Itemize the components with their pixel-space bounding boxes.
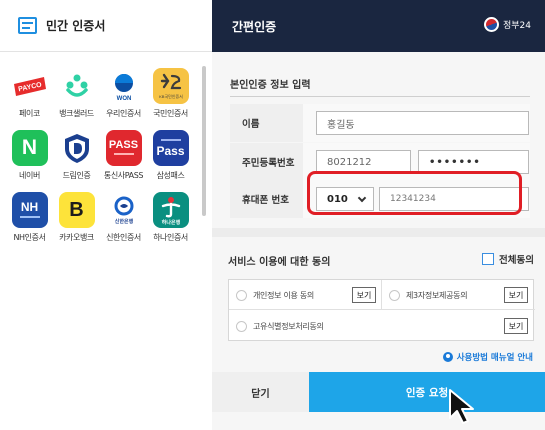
gov24-label: 정부24 — [502, 21, 531, 31]
nh-logo-text: NH — [20, 200, 39, 214]
name-label: 이름 — [230, 104, 303, 142]
auth-header: 간편인증 정부24 — [212, 0, 545, 52]
phone-highlight-outline — [307, 171, 522, 215]
provider-shinhan[interactable]: 신한은행 신한인증서 — [100, 192, 147, 243]
phone-label: 휴대폰 번호 — [230, 180, 303, 218]
manual-link-label: 사용방법 매뉴얼 안내 — [456, 353, 533, 363]
provider-kb[interactable]: KB국민인증서 국민인증서 — [147, 68, 194, 119]
provider-label: 페이코 — [19, 109, 40, 118]
hana-logo-text: 하나은행 — [161, 219, 180, 226]
provider-grid: PAYCO 페이코 뱅크샐러드 WON 우리인증서 KB국민인증서 국민인증서 … — [6, 68, 196, 243]
section-gap — [212, 228, 545, 237]
kb-logo-text: KB국민인증서 — [159, 93, 183, 99]
agree-item-unique-id[interactable]: 고유식별정보처리동의 보기 — [229, 311, 535, 341]
auth-header-title: 간편인증 — [232, 19, 277, 34]
name-field[interactable]: 홍길동 — [316, 111, 529, 135]
view-button[interactable]: 보기 — [504, 287, 528, 303]
provider-pass[interactable]: PASS 통신사PASS — [100, 130, 147, 181]
provider-label: 삼성패스 — [156, 171, 185, 180]
provider-label: 카카오뱅크 — [59, 233, 94, 242]
provider-label: 하나인증서 — [153, 233, 188, 242]
checkbox-icon — [482, 253, 495, 265]
provider-scrollbar[interactable] — [202, 66, 206, 216]
gov24-logo: 정부24 — [483, 17, 531, 32]
woori-icon: WON — [105, 68, 142, 104]
manual-link[interactable]: 사용방법 매뉴얼 안내 — [442, 351, 533, 363]
naver-logo-text: N — [21, 136, 38, 159]
panel-header: 민간 인증서 — [0, 0, 212, 52]
provider-label: 신한인증서 — [106, 233, 141, 242]
shinhan-icon: 신한은행 — [105, 192, 142, 228]
pass-logo-text: PASS — [108, 139, 139, 151]
view-button[interactable]: 보기 — [504, 318, 528, 334]
payco-icon: PAYCO — [11, 68, 48, 104]
provider-label: 뱅크샐러드 — [59, 109, 94, 118]
agree-all-label: 전체동의 — [499, 255, 534, 266]
kb-icon: KB국민인증서 — [152, 68, 189, 104]
provider-hana[interactable]: 하나은행 하나인증서 — [147, 192, 194, 243]
shinhan-logo-text: 신한은행 — [114, 218, 133, 225]
agree-item-label: 고유식별정보처리동의 — [253, 321, 324, 331]
agree-all-checkbox[interactable]: 전체동의 — [482, 252, 534, 266]
provider-kakaobank[interactable]: B 카카오뱅크 — [53, 192, 100, 243]
close-button[interactable]: 닫기 — [212, 372, 309, 412]
auth-request-button[interactable]: 인증 요청 — [309, 372, 545, 412]
name-row: 이름 홍길동 — [230, 104, 530, 142]
samsung-pass-icon: Pass — [152, 130, 189, 166]
provider-banksalad[interactable]: 뱅크샐러드 — [53, 68, 100, 119]
provider-label: 우리인증서 — [106, 109, 141, 118]
mouse-cursor-icon — [449, 389, 474, 424]
panel-title: 민간 인증서 — [46, 19, 106, 33]
provider-samsung-pass[interactable]: Pass 삼성패스 — [147, 130, 194, 181]
private-certificate-panel: 민간 인증서 PAYCO 페이코 뱅크샐러드 WON 우리인증서 KB국민인증서… — [0, 0, 212, 430]
agree-item-label: 제3자정보제공동의 — [406, 290, 468, 300]
view-button[interactable]: 보기 — [352, 287, 376, 303]
provider-label: 네이버 — [19, 171, 40, 180]
pass-icon: PASS — [105, 130, 142, 166]
provider-label: 드림인증 — [62, 171, 91, 180]
radio-icon — [236, 320, 247, 332]
provider-nh[interactable]: NH NH인증서 — [6, 192, 53, 243]
kakaobank-logo-text: B — [69, 198, 84, 221]
agreement-list: 개인정보 이용 동의 보기 제3자정보제공동의 보기 고유식별정보처리동의 보기 — [228, 279, 535, 341]
section-divider — [230, 96, 530, 97]
hana-icon: 하나은행 — [152, 192, 189, 228]
naver-icon: N — [11, 130, 48, 166]
identity-section-title: 본인인증 정보 입력 — [230, 80, 311, 91]
kakaobank-icon: B — [58, 192, 95, 228]
radio-icon — [389, 289, 400, 301]
agreement-title: 서비스 이용에 대한 동의 — [228, 257, 331, 268]
simple-auth-panel: 간편인증 정부24 본인인증 정보 입력 이름 홍길동 주민등록번호 80212… — [212, 0, 545, 430]
agree-item-privacy[interactable]: 개인정보 이용 동의 보기 — [229, 280, 382, 310]
provider-label: 통신사PASS — [103, 171, 144, 180]
provider-label: NH인증서 — [13, 233, 46, 242]
provider-label: 국민인증서 — [153, 109, 188, 118]
dream-icon — [58, 130, 95, 166]
radio-icon — [236, 289, 247, 301]
woori-logo-text: WON — [116, 96, 131, 102]
rrn-label: 주민등록번호 — [230, 143, 303, 181]
certificate-doc-icon — [18, 17, 37, 34]
agree-item-third-party[interactable]: 제3자정보제공동의 보기 — [382, 280, 535, 310]
user-icon — [442, 352, 453, 362]
nh-icon: NH — [11, 192, 48, 228]
provider-dream[interactable]: 드림인증 — [53, 130, 100, 181]
samsung-logo-text: Pass — [156, 144, 185, 158]
agree-item-label: 개인정보 이용 동의 — [253, 290, 314, 300]
provider-naver[interactable]: N 네이버 — [6, 130, 53, 181]
provider-woori[interactable]: WON 우리인증서 — [100, 68, 147, 119]
taegeuk-icon — [483, 17, 499, 32]
banksalad-icon — [58, 68, 95, 104]
provider-payco[interactable]: PAYCO 페이코 — [6, 68, 53, 119]
